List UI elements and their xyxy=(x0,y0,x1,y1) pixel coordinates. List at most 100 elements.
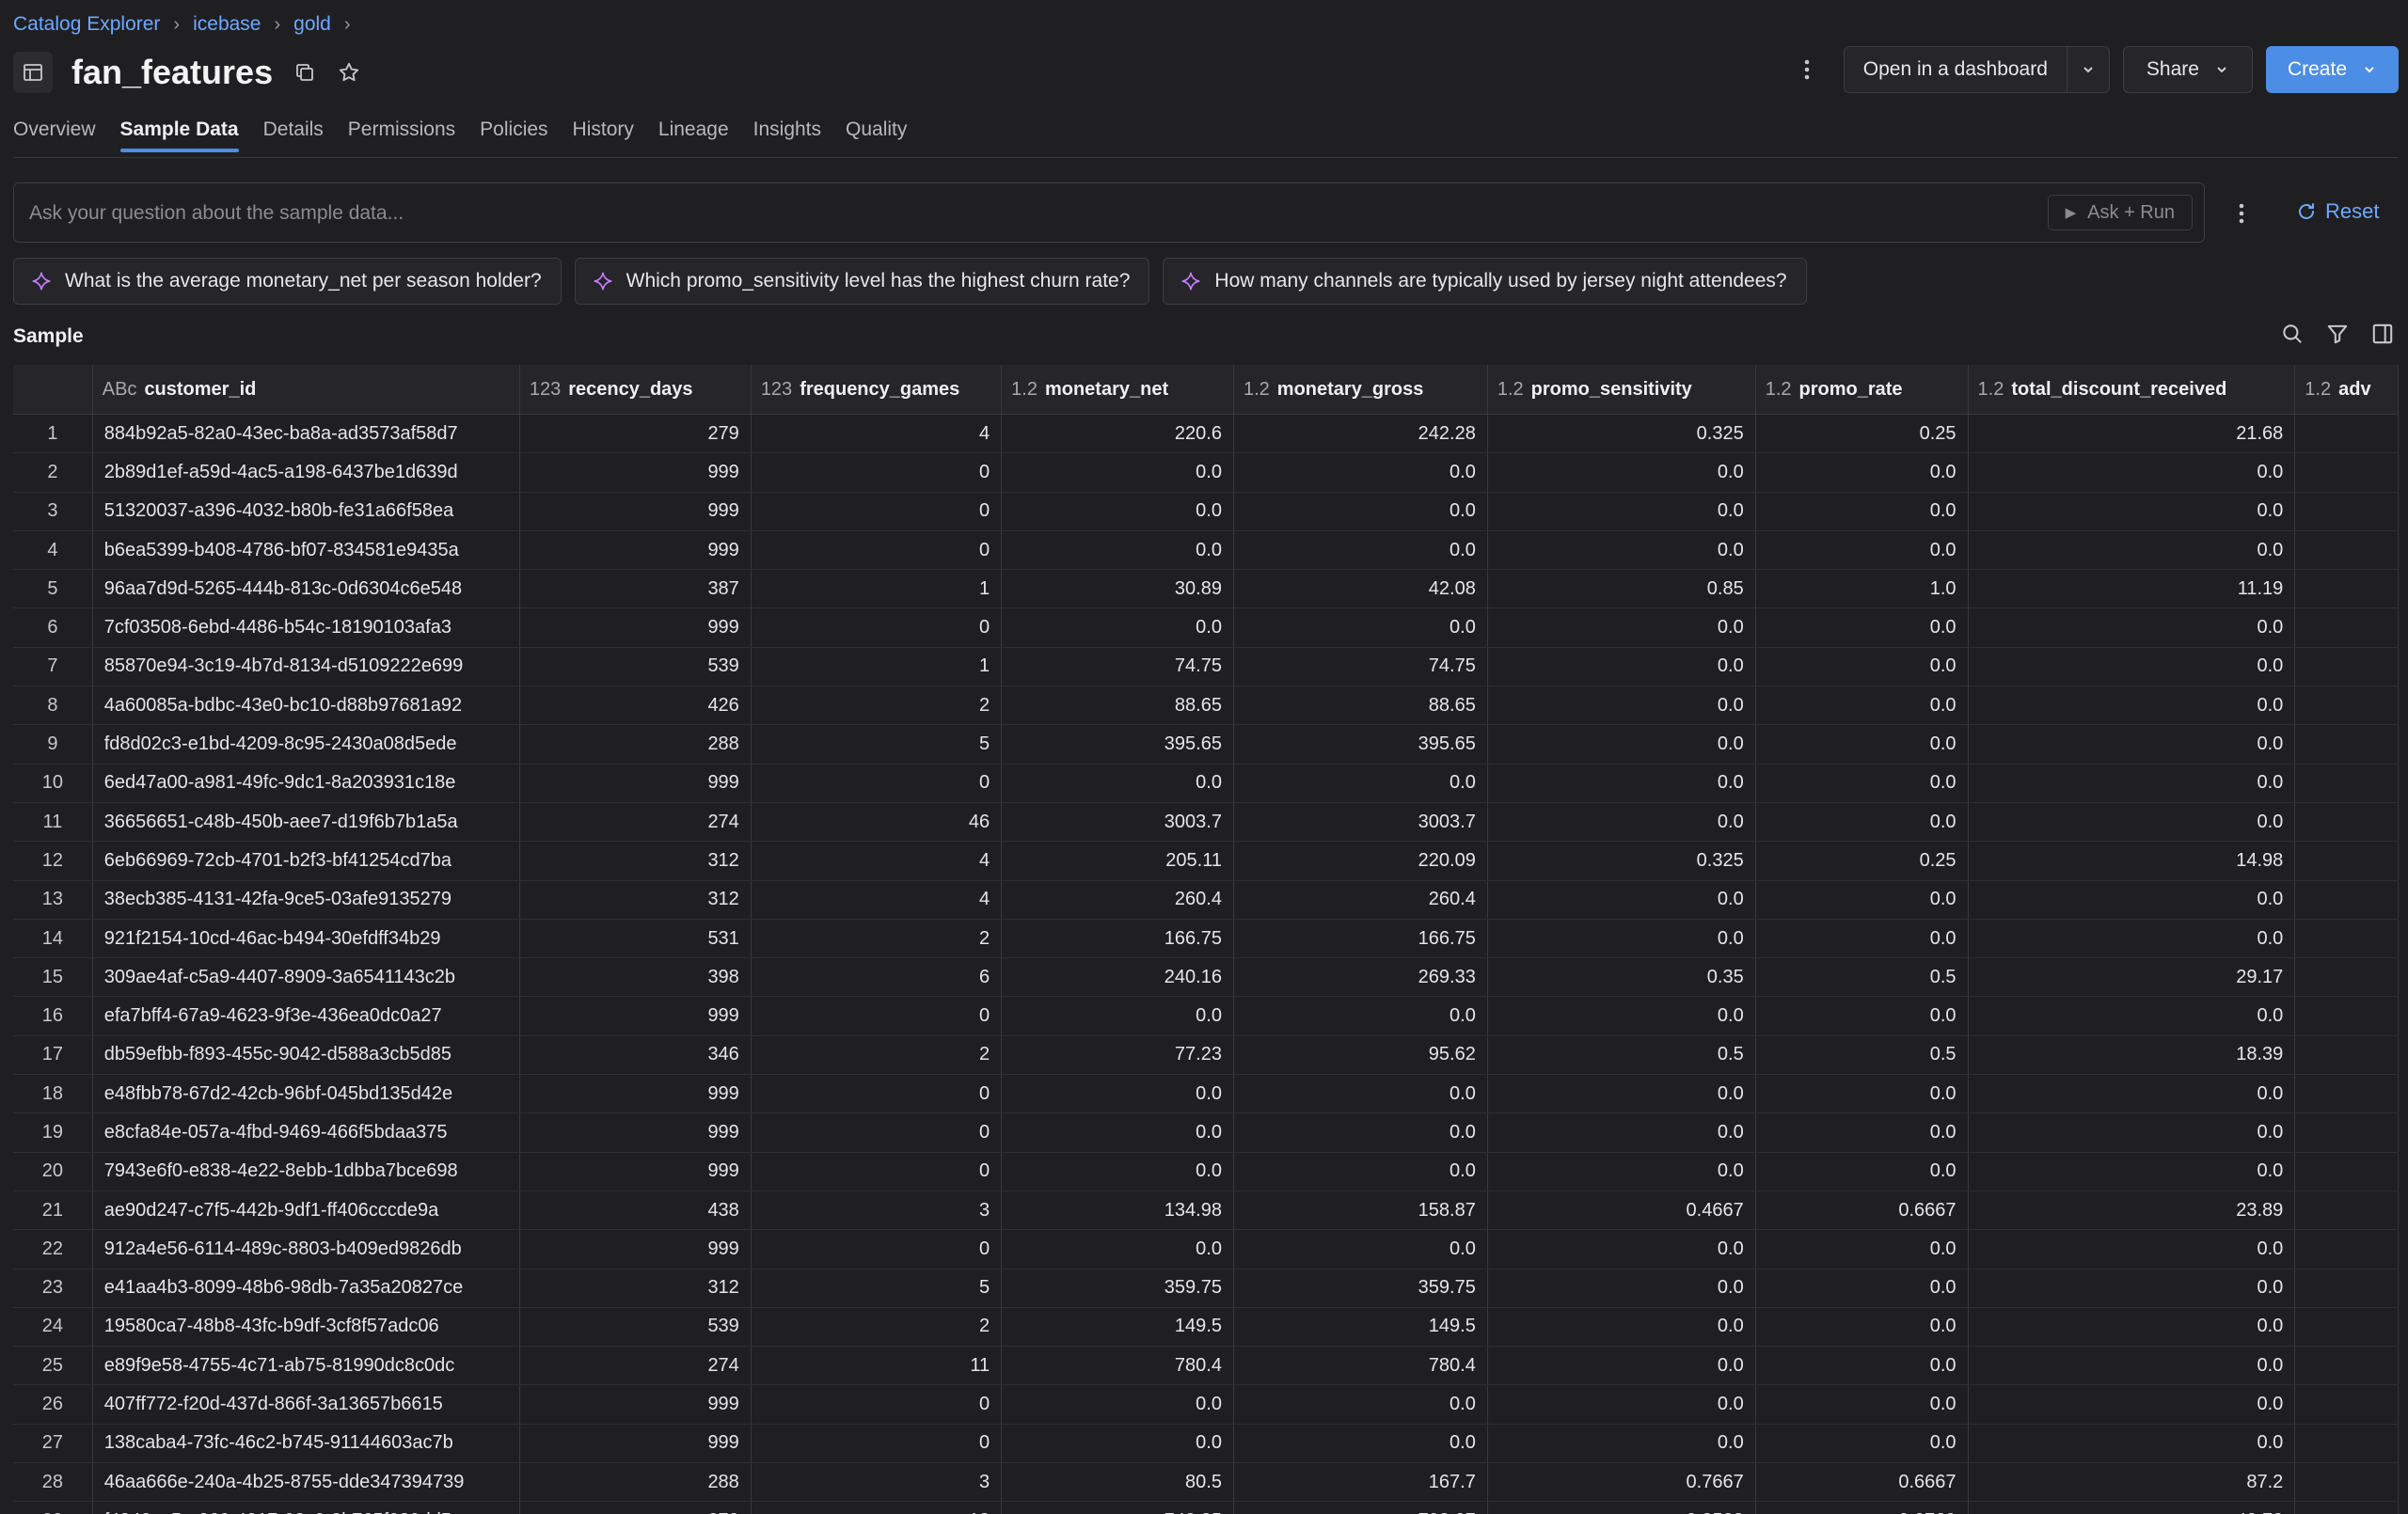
column-header[interactable]: ABc customer_id xyxy=(92,365,520,415)
table-row[interactable]: 5 96aa7d9d-5265-444b-813c-0d6304c6e548 387… xyxy=(13,569,2399,609)
table-row[interactable]: 21 ae90d247-c7f5-442b-9df1-ff406cccde9a 43… xyxy=(13,1191,2399,1231)
table-row[interactable]: 16 efa7bff4-67a9-4623-9f3e-436ea0dc0a27 99… xyxy=(13,996,2399,1036)
table-row[interactable]: 3 51320037-a396-4032-b80b-fe31a66f58ea 999… xyxy=(13,492,2399,531)
search-icon[interactable] xyxy=(2280,322,2305,346)
table-row[interactable]: 28 46aa666e-240a-4b25-8755-dde347394739 28… xyxy=(13,1462,2399,1503)
column-header[interactable]: 1.2 promo_rate xyxy=(1755,365,1969,415)
table-row[interactable]: 6 7cf03508-6ebd-4486-b54c-18190103afa3 999… xyxy=(13,607,2399,648)
ask-more-options-icon[interactable] xyxy=(2229,197,2254,229)
table-row[interactable]: 10 6ed47a00-a981-49fc-9dc1-8a203931c18e 99… xyxy=(13,764,2399,803)
table-cell: db59efbb-f893-455c-9042-d588a3cb5d85 xyxy=(92,1035,520,1076)
table-cell: 0.0 xyxy=(1968,1152,2296,1191)
tab-history[interactable]: History xyxy=(573,118,634,152)
row-index: 19 xyxy=(13,1112,93,1153)
reset-button[interactable]: Reset xyxy=(2295,199,2379,224)
open-in-dashboard-button[interactable]: Open in a dashboard xyxy=(1843,46,2067,93)
column-header[interactable]: 1.2 adv xyxy=(2294,365,2399,415)
table-cell: 0.0 xyxy=(1233,1112,1488,1153)
ask-question-input[interactable] xyxy=(27,183,2006,244)
table-cell: 999 xyxy=(519,1112,752,1153)
tab-insights[interactable]: Insights xyxy=(753,118,821,152)
breadcrumb-icebase[interactable]: icebase xyxy=(193,13,261,36)
suggestion-chip[interactable]: What is the average monetary_net per sea… xyxy=(13,258,562,305)
table-row[interactable]: 11 36656651-c48b-450b-aee7-d19f6b7b1a5a 27… xyxy=(13,802,2399,843)
table-row[interactable]: 17 db59efbb-f893-455c-9042-d588a3cb5d85 34… xyxy=(13,1035,2399,1076)
tab-permissions[interactable]: Permissions xyxy=(348,118,455,152)
table-row[interactable]: 24 19580ca7-48b8-43fc-b9df-3cf8f57adc06 53… xyxy=(13,1307,2399,1348)
table-cell: 0.0 xyxy=(1755,1074,1969,1114)
table-row[interactable]: 20 7943e6f0-e838-4e22-8ebb-1dbba7bce698 99… xyxy=(13,1152,2399,1191)
table-cell: 0.0 xyxy=(1487,919,1756,959)
row-index: 15 xyxy=(13,957,93,998)
table-cell: 0.0 xyxy=(1001,1074,1234,1114)
more-options-icon[interactable] xyxy=(1793,51,1821,88)
table-row[interactable]: 1 884b92a5-82a0-43ec-ba8a-ad3573af58d7 279… xyxy=(13,414,2399,454)
share-button[interactable]: Share xyxy=(2122,46,2253,93)
table-cell: efa7bff4-67a9-4623-9f3e-436ea0dc0a27 xyxy=(92,996,520,1036)
table-row[interactable]: 14 921f2154-10cd-46ac-b494-30efdff34b29 53… xyxy=(13,919,2399,959)
column-header[interactable]: 1.2 total_discount_received xyxy=(1968,365,2296,415)
table-cell: 0.0 xyxy=(1968,1269,2296,1308)
row-index: 21 xyxy=(13,1191,93,1231)
tab-details[interactable]: Details xyxy=(263,118,324,152)
table-cell: 7cf03508-6ebd-4486-b54c-18190103afa3 xyxy=(92,607,520,648)
tab-quality[interactable]: Quality xyxy=(846,118,907,152)
sample-data-table-container[interactable]: ABc customer_id 123 recency_days 123 freque… xyxy=(13,365,2399,1514)
breadcrumb-catalog-explorer[interactable]: Catalog Explorer xyxy=(13,13,160,36)
table-cell: 0.4667 xyxy=(1487,1191,1756,1231)
table-row[interactable]: 18 e48fbb78-67d2-42cb-96bf-045bd135d42e 99… xyxy=(13,1074,2399,1114)
column-header[interactable]: 1.2 promo_sensitivity xyxy=(1487,365,1756,415)
table-row[interactable]: 7 85870e94-3c19-4b7d-8134-d5109222e699 539… xyxy=(13,647,2399,687)
table-row[interactable]: 9 fd8d02c3-e1bd-4209-8c95-2430a08d5ede 288… xyxy=(13,724,2399,765)
table-row[interactable]: 13 38ecb385-4131-42fa-9ce5-03afe9135279 31… xyxy=(13,880,2399,920)
table-cell: 0.0 xyxy=(1755,1346,1969,1386)
suggestion-chip[interactable]: Which promo_sensitivity level has the hi… xyxy=(574,258,1150,305)
table-row[interactable]: 8 4a60085a-bdbc-43e0-bc10-d88b97681a92 426… xyxy=(13,686,2399,726)
table-cell: 0.0 xyxy=(1487,802,1756,843)
table-cell: 7943e6f0-e838-4e22-8ebb-1dbba7bce698 xyxy=(92,1152,520,1191)
table-row[interactable]: 25 e89f9e58-4755-4c71-ab75-81990dc8c0dc 27… xyxy=(13,1346,2399,1386)
panel-toggle-icon[interactable] xyxy=(2370,322,2395,346)
breadcrumb-gold[interactable]: gold xyxy=(293,13,331,36)
table-row[interactable]: 2 2b89d1ef-a59d-4ac5-a198-6437be1d639d 999… xyxy=(13,452,2399,493)
table-cell: 0.0 xyxy=(1487,1269,1756,1308)
table-row[interactable]: 29f4940ec5-e260-4917-93c0-3b765f080dd527… xyxy=(13,1501,2399,1514)
table-cell: 999 xyxy=(519,492,752,531)
tab-lineage[interactable]: Lineage xyxy=(658,118,729,152)
table-cell: 798.07 xyxy=(1233,1501,1488,1514)
table-cell: 0.0 xyxy=(1233,1152,1488,1191)
table-cell: 0.0 xyxy=(1001,996,1234,1036)
table-cell: 38ecb385-4131-42fa-9ce5-03afe9135279 xyxy=(92,880,520,920)
tab-overview[interactable]: Overview xyxy=(13,118,96,152)
table-cell: 0.0 xyxy=(1487,492,1756,531)
column-header[interactable]: 123 recency_days xyxy=(519,365,752,415)
table-row[interactable]: 27 138caba4-73fc-46c2-b745-91144603ac7b 99… xyxy=(13,1424,2399,1464)
tab-sample-data[interactable]: Sample Data xyxy=(119,118,239,152)
table-cell xyxy=(2294,764,2399,803)
table-row[interactable]: 4 b6ea5399-b408-4786-bf07-834581e9435a 999… xyxy=(13,530,2399,571)
row-index: 4 xyxy=(13,530,93,571)
column-header[interactable]: 123 frequency_games xyxy=(751,365,1003,415)
table-row[interactable]: 23 e41aa4b3-8099-48b6-98db-7a35a20827ce 31… xyxy=(13,1269,2399,1308)
copy-icon[interactable] xyxy=(293,61,316,84)
star-icon[interactable] xyxy=(337,60,361,85)
table-row[interactable]: 22 912a4e56-6114-489c-8803-b409ed9826db 99… xyxy=(13,1229,2399,1270)
open-dashboard-dropdown-button[interactable] xyxy=(2067,46,2110,93)
filter-icon[interactable] xyxy=(2325,322,2350,346)
table-row[interactable]: 12 6eb66969-72cb-4701-b2f3-bf41254cd7ba 31… xyxy=(13,841,2399,881)
table-row[interactable]: 26 407ff772-f20d-437d-866f-3a13657b6615 99… xyxy=(13,1384,2399,1425)
suggestion-chip[interactable]: How many channels are typically used by … xyxy=(1163,258,1807,305)
table-cell: 395.65 xyxy=(1233,724,1488,765)
table-cell: 312 xyxy=(519,841,752,881)
table-cell: 999 xyxy=(519,1152,752,1191)
column-header[interactable]: 1.2 monetary_net xyxy=(1001,365,1234,415)
table-cell: 5 xyxy=(751,1269,1003,1308)
table-row[interactable]: 19 e8cfa84e-057a-4fbd-9469-466f5bdaa375 99… xyxy=(13,1112,2399,1153)
table-row[interactable]: 15 309ae4af-c5a9-4407-8909-3a6541143c2b 39… xyxy=(13,957,2399,998)
create-button[interactable]: Create xyxy=(2265,46,2399,93)
column-header[interactable]: 1.2 monetary_gross xyxy=(1233,365,1488,415)
column-name: monetary_gross xyxy=(1276,378,1424,400)
ask-run-button[interactable]: ▶ Ask + Run xyxy=(2047,195,2193,230)
tab-policies[interactable]: Policies xyxy=(480,118,547,152)
table-cell: 0 xyxy=(751,607,1003,648)
